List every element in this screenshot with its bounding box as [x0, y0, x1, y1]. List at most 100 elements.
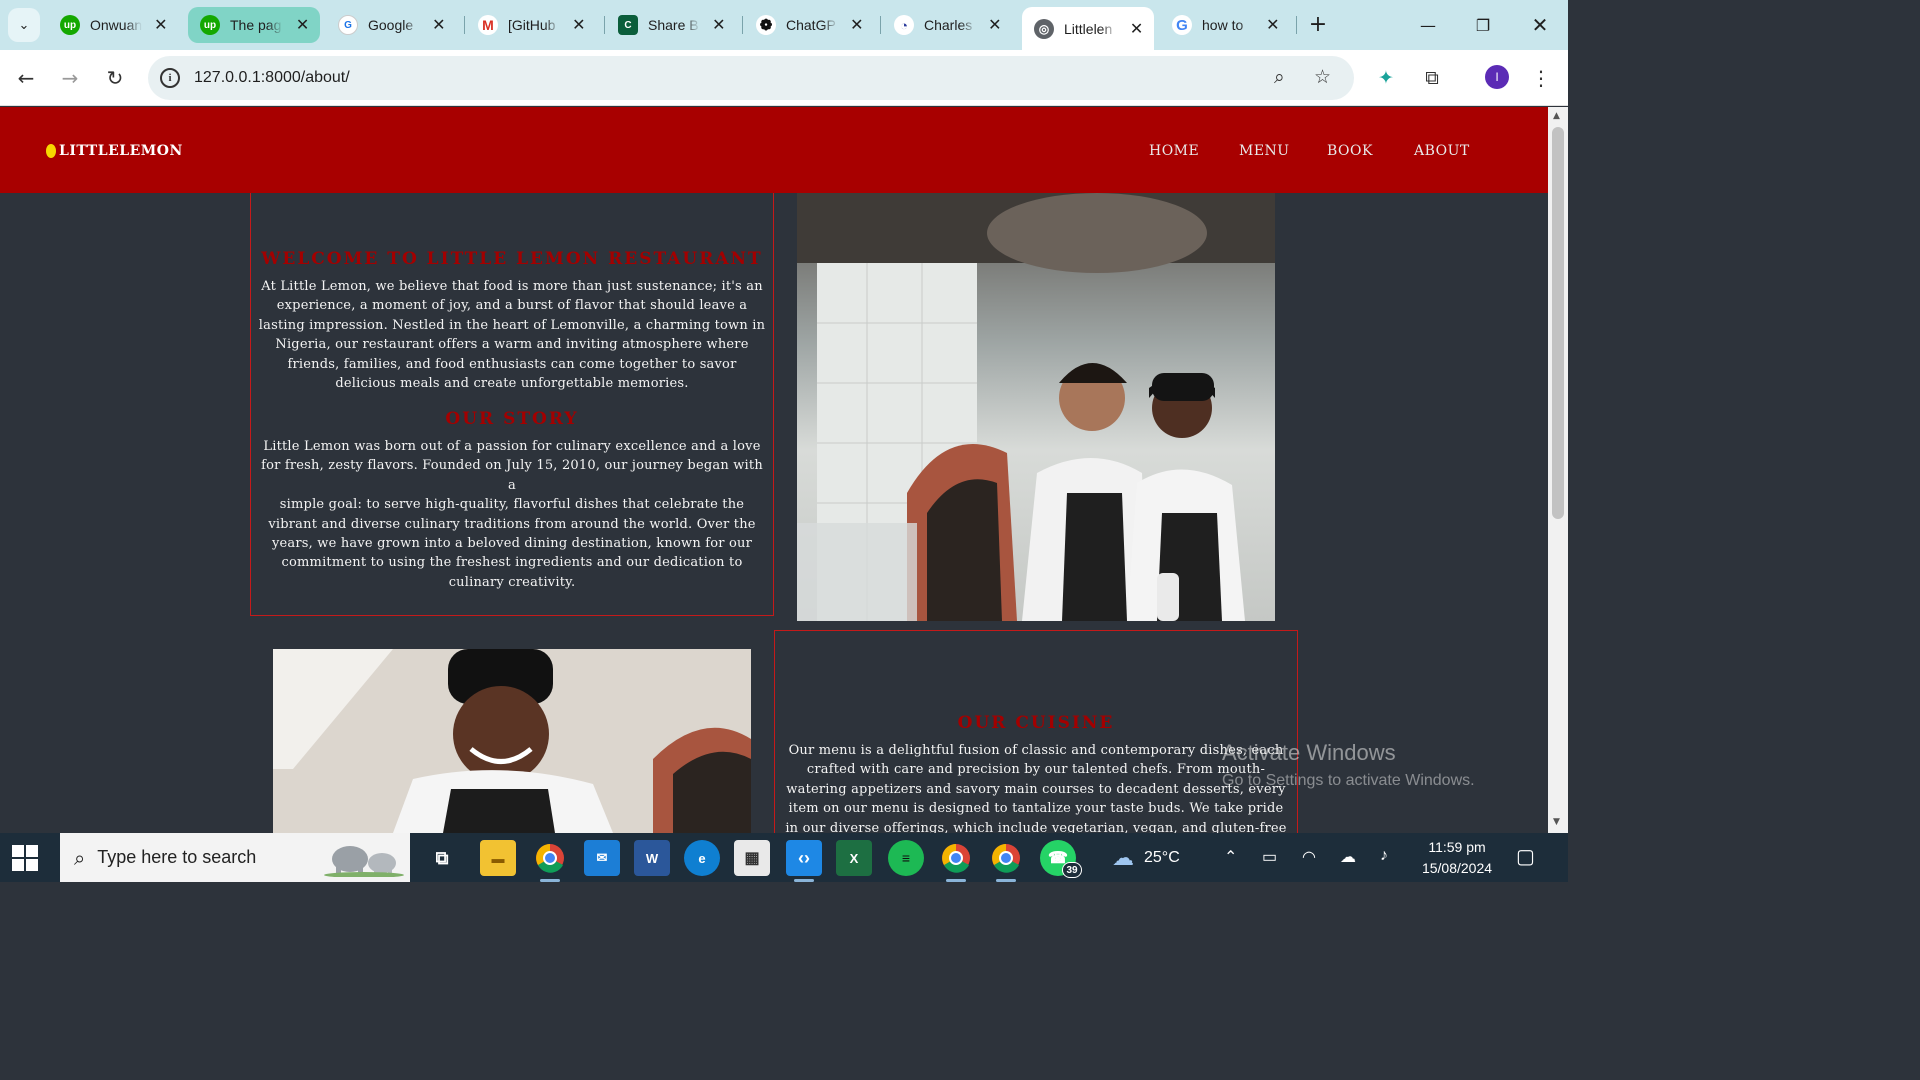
meta-icon: ◔ [894, 15, 914, 35]
tab-title: Onwuan [90, 17, 142, 33]
cuisine-section: OUR CUISINE Our menu is a delightful fus… [774, 630, 1298, 833]
site-logo[interactable]: LITTLELEMON [46, 143, 183, 159]
close-icon[interactable]: ✕ [293, 15, 312, 35]
task-view-icon[interactable]: ⧉ [424, 840, 460, 876]
close-icon[interactable]: ✕ [570, 15, 588, 35]
chatgpt-icon: ❁ [756, 15, 776, 35]
taskbar-search[interactable]: ⌕ Type here to search [60, 833, 410, 882]
windows-logo-icon [12, 845, 24, 857]
new-tab-button[interactable]: + [1304, 10, 1332, 38]
elephants-icon [324, 846, 404, 877]
close-icon[interactable]: ✕ [1127, 19, 1146, 39]
tab-github-gmail[interactable]: M [GitHub ✕ [466, 7, 596, 43]
search-placeholder: Type here to search [97, 847, 257, 867]
nav-home[interactable]: HOME [1149, 143, 1199, 159]
spotify-icon[interactable]: ≡ [888, 840, 924, 876]
cuisine-title: OUR CUISINE [957, 713, 1115, 733]
tab-title: Charles [924, 17, 973, 33]
tab-strip: ⌄ up Onwuan ✕ up The pag ✕ G Google ✕ M … [0, 0, 1568, 50]
tab-the-page[interactable]: up The pag ✕ [188, 7, 320, 43]
notifications-icon[interactable]: ▢ [1516, 844, 1535, 869]
close-icon[interactable]: ✕ [986, 15, 1004, 35]
tab-share-button[interactable]: C Share B ✕ [606, 7, 736, 43]
tab-title: Share B [648, 17, 699, 33]
close-icon[interactable]: ✕ [430, 15, 448, 35]
close-icon[interactable]: ✕ [1264, 15, 1282, 35]
restore-icon: ❐ [1475, 15, 1491, 35]
reload-icon: ↻ [106, 66, 124, 90]
site-info-icon[interactable]: i [160, 68, 180, 88]
minimize-button[interactable]: — [1408, 8, 1448, 42]
activate-windows-subtitle: Go to Settings to activate Windows. [1222, 772, 1475, 789]
page-scrollbar[interactable]: ▲ ▼ [1548, 107, 1568, 833]
extension-bird-icon[interactable]: ✦ [1370, 62, 1402, 94]
extensions-puzzle-icon[interactable]: ⧉ [1416, 62, 1448, 94]
tab-onwuan[interactable]: up Onwuan ✕ [48, 7, 178, 43]
file-explorer-icon[interactable]: ▬ [480, 840, 516, 876]
tab-google[interactable]: G Google ✕ [326, 7, 456, 43]
wifi-icon[interactable]: ◠ [1302, 847, 1316, 867]
address-bar[interactable]: i 127.0.0.1:8000/about/ ⌕ ☆ [148, 56, 1354, 100]
chrome-alt-icon[interactable] [988, 840, 1024, 882]
store-icon[interactable]: ▦ [734, 840, 770, 876]
clock-time: 11:59 pm [1428, 839, 1486, 855]
welcome-title: WELCOME TO LITTLE LEMON RESTAURANT [261, 249, 763, 269]
tab-title: Littlelen [1064, 20, 1113, 37]
upwork-icon: up [60, 15, 80, 35]
scroll-down-icon[interactable]: ▼ [1553, 817, 1560, 827]
tab-charles[interactable]: ◔ Charles ✕ [882, 7, 1012, 43]
close-icon[interactable]: ✕ [710, 15, 728, 35]
back-button[interactable]: ← [10, 62, 42, 94]
chrome-icon[interactable] [938, 840, 974, 882]
restore-button[interactable]: ❐ [1463, 8, 1503, 42]
bookmark-star-icon[interactable]: ☆ [1314, 66, 1331, 88]
weather-widget[interactable]: ☁ 25°C [1112, 845, 1180, 871]
onedrive-icon[interactable]: ☁ [1340, 847, 1356, 867]
nav-menu[interactable]: MENU [1239, 143, 1290, 159]
volume-icon[interactable]: ♪ [1380, 847, 1388, 865]
tab-title: The pag [230, 17, 282, 33]
close-window-button[interactable]: ✕ [1520, 8, 1560, 42]
tab-littlelemon-active[interactable]: ◎ Littlelen ✕ [1022, 7, 1154, 50]
vscode-icon[interactable]: ‹› [786, 840, 822, 882]
reload-button[interactable]: ↻ [99, 62, 131, 94]
welcome-paragraph: At Little Lemon, we believe that food is… [258, 279, 766, 392]
whatsapp-icon[interactable]: ☎ 39 [1040, 840, 1082, 878]
battery-icon[interactable]: ▭ [1262, 847, 1277, 867]
nav-book[interactable]: BOOK [1327, 143, 1373, 159]
plus-icon: + [1308, 11, 1328, 37]
notification-badge: 39 [1062, 862, 1082, 878]
start-button[interactable] [12, 845, 38, 871]
arrow-right-icon: → [61, 66, 79, 90]
scroll-thumb[interactable] [1552, 127, 1564, 519]
url-text[interactable]: 127.0.0.1:8000/about/ [194, 69, 350, 87]
profile-avatar[interactable]: I [1485, 65, 1509, 89]
word-icon[interactable]: W [634, 840, 670, 876]
story-paragraph: Little Lemon was born out of a passion f… [261, 439, 763, 590]
upwork-icon: up [200, 15, 220, 35]
mail-icon[interactable]: ✉ [584, 840, 620, 876]
close-icon[interactable]: ✕ [848, 15, 866, 35]
tab-search-button[interactable]: ⌄ [8, 8, 40, 42]
chevron-up-icon[interactable]: ⌃ [1224, 847, 1237, 867]
chrome-profile-icon[interactable] [532, 840, 568, 882]
system-clock[interactable]: 11:59 pm 15/08/2024 [1412, 837, 1502, 879]
close-icon: ✕ [1531, 13, 1549, 37]
close-icon[interactable]: ✕ [152, 15, 170, 35]
story-title: OUR STORY [445, 409, 579, 429]
tab-chatgpt[interactable]: ❁ ChatGP ✕ [744, 7, 874, 43]
tab-how-to[interactable]: G how to ✕ [1160, 7, 1290, 43]
arrow-left-icon: ← [17, 66, 35, 90]
weather-cloud-icon: ☁ [1112, 845, 1134, 870]
edge-icon[interactable]: e [684, 840, 720, 876]
minimize-icon: — [1420, 15, 1436, 35]
chefs-kitchen-image [797, 193, 1275, 621]
page-viewport: LITTLELEMON HOME MENU BOOK ABOUT WELCOME… [0, 107, 1548, 833]
nav-about[interactable]: ABOUT [1414, 143, 1470, 159]
scroll-up-icon[interactable]: ▲ [1553, 111, 1560, 121]
zoom-icon[interactable]: ⌕ [1274, 66, 1285, 88]
cuisine-paragraph: Our menu is a delightful fusion of class… [785, 743, 1287, 833]
forward-button[interactable]: → [54, 62, 86, 94]
excel-icon[interactable]: X [836, 840, 872, 876]
menu-dots-icon[interactable]: ⋮ [1525, 62, 1557, 94]
